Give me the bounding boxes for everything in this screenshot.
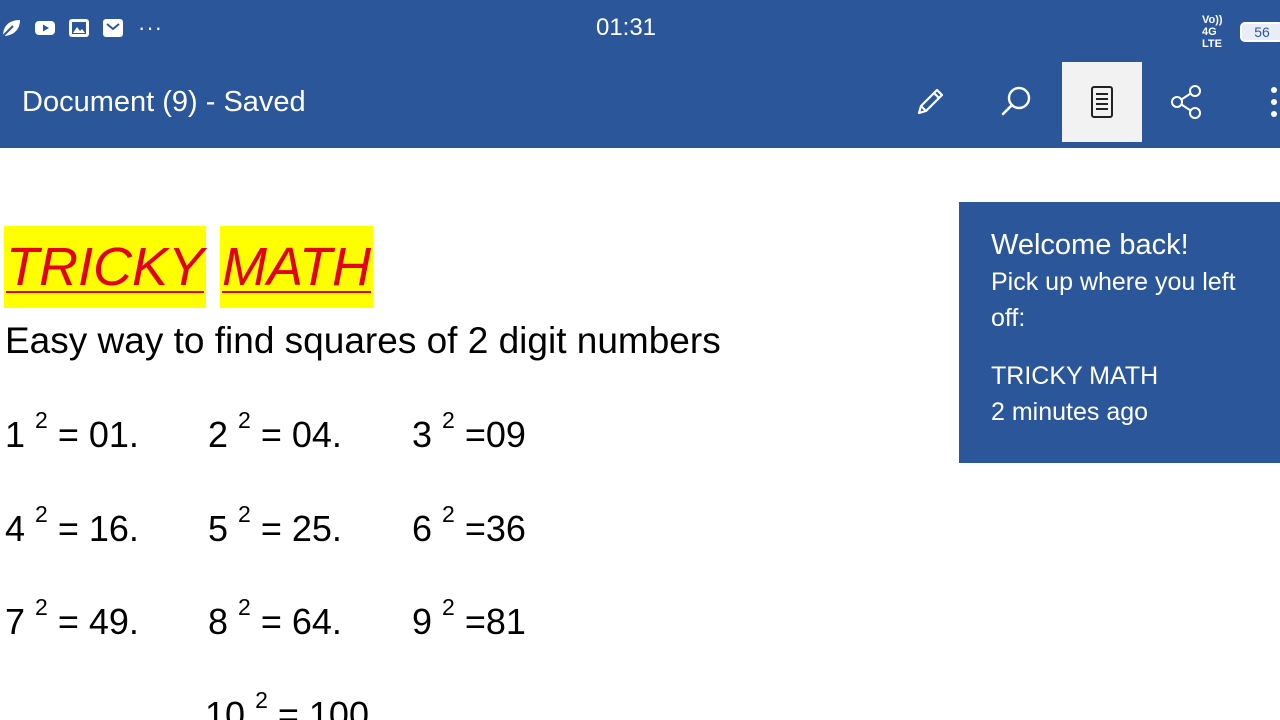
square-entry: 8 2 = 64. [208,594,342,643]
edit-button[interactable] [890,62,970,142]
network-indicator: Vo)) 4G LTE [1202,14,1223,50]
document-subtitle: Easy way to find squares of 2 digit numb… [5,320,721,361]
square-entry: 5 2 = 25. [208,501,342,550]
share-icon [1171,85,1201,119]
recent-document-name[interactable]: TRICKY MATH [991,358,1280,394]
clock: 01:31 [595,14,657,41]
heading-word: MATH [220,226,374,308]
more-options-button[interactable] [1250,62,1280,142]
reading-view-button[interactable] [1062,62,1142,142]
document-heading: TRICKY MATH [4,226,374,308]
square-entry: 2 2 = 04. [208,407,342,456]
app-bar: Document (9) - Saved [0,58,1280,148]
welcome-title: Welcome back! [991,229,1189,261]
share-button[interactable] [1147,62,1227,142]
square-entry: 9 2 =81 [412,594,526,643]
welcome-message: Pick up where you left off: [991,268,1236,332]
pencil-icon [917,88,944,115]
square-entry: 4 2 = 16. [5,501,139,550]
square-entry: 3 2 =09 [412,407,526,456]
document-title: Document (9) - Saved [22,86,306,118]
square-entry: 10 2 = 100 [205,687,369,720]
heading-word: TRICKY [4,226,207,308]
system-indicators: Vo)) 4G LTE 56 [1202,14,1280,50]
search-icon [1001,86,1031,116]
welcome-back-panel[interactable]: Welcome back! Pick up where you left off… [959,202,1280,463]
square-entry: 6 2 =36 [412,501,526,550]
battery-indicator: 56 [1240,22,1280,42]
search-button[interactable] [976,62,1056,142]
status-bar: ··· 01:31 Vo)) 4G LTE 56 [0,0,1280,58]
square-entry: 1 2 = 01. [5,407,139,456]
more-vertical-icon [1271,87,1277,117]
square-entry: 7 2 = 49. [5,594,139,643]
reading-view-icon [1091,86,1113,118]
recent-document-time: 2 minutes ago [991,398,1149,426]
